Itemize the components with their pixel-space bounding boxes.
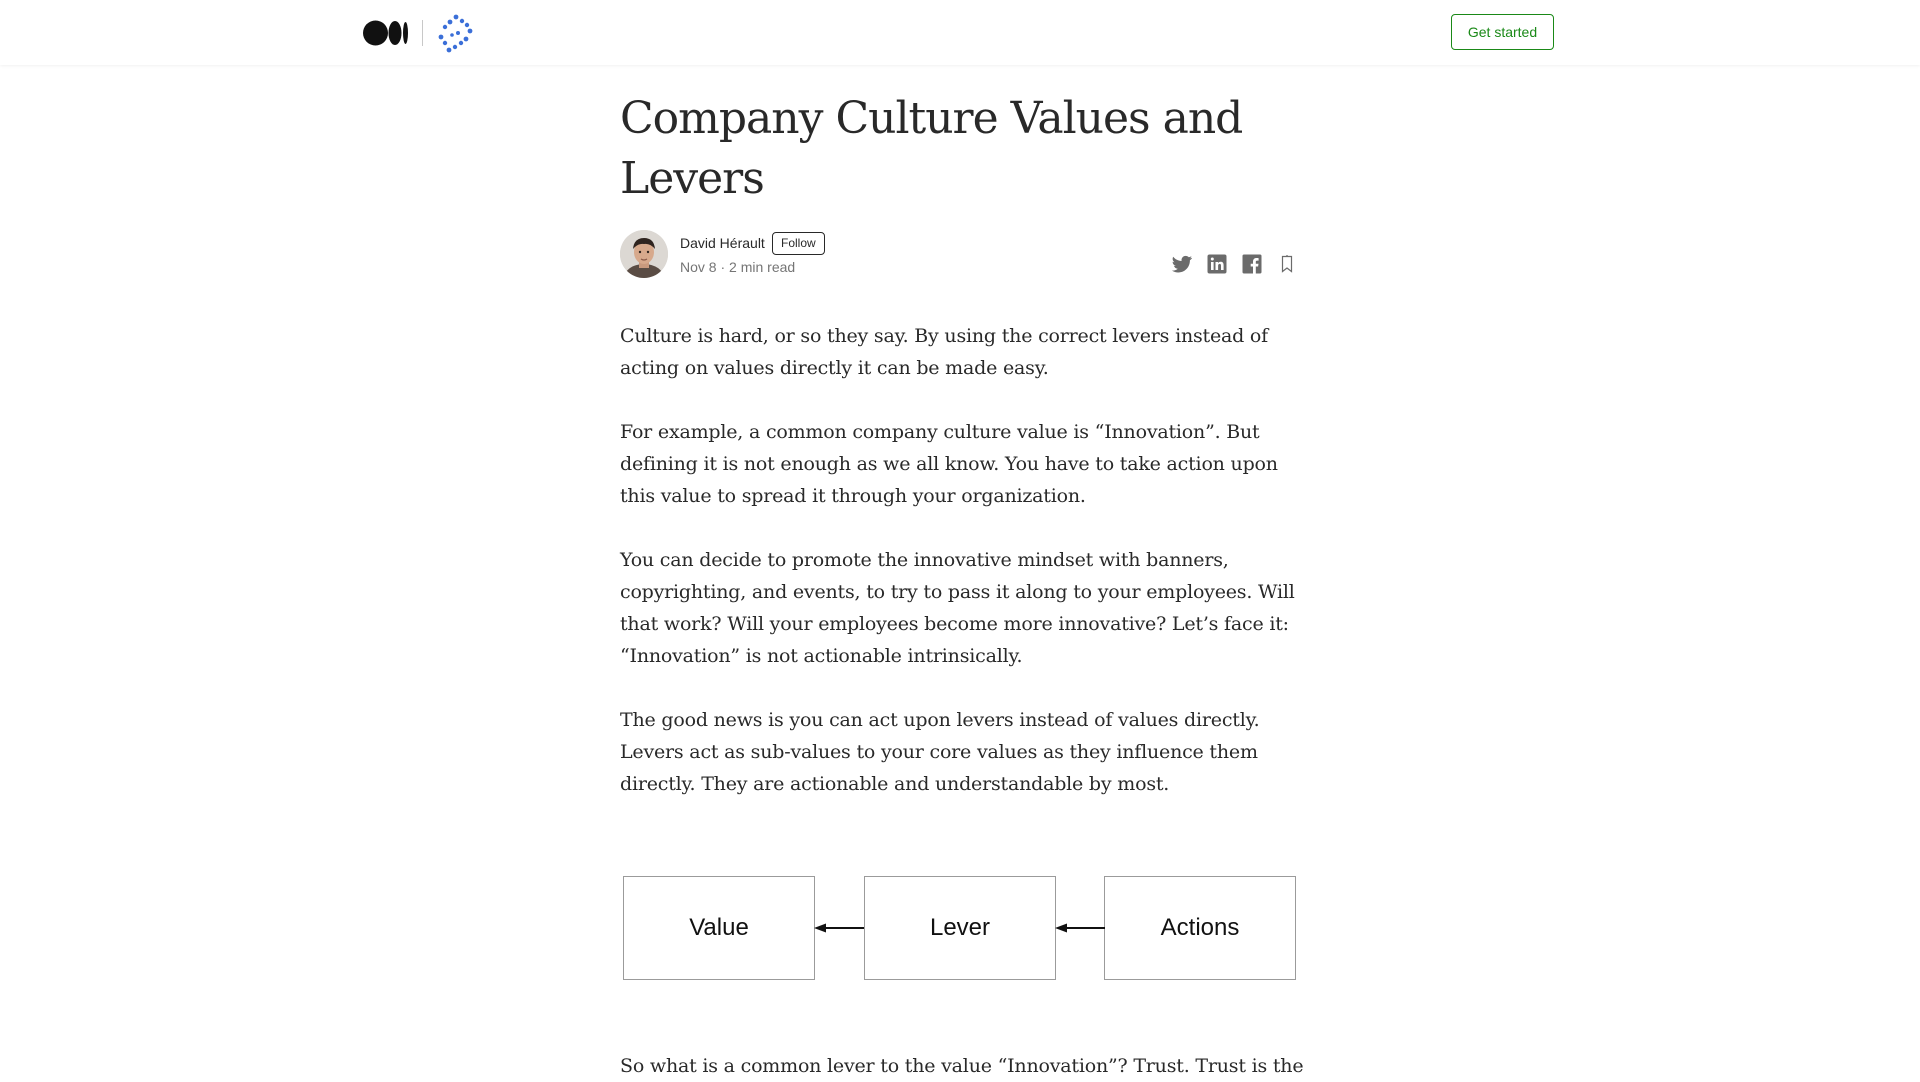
publish-date: Nov 8: [680, 259, 717, 275]
author-avatar[interactable]: [620, 230, 668, 278]
publication-logo-icon[interactable]: [436, 13, 476, 53]
diagram-arrow: [1055, 923, 1105, 933]
follow-button[interactable]: Follow: [772, 232, 825, 255]
share-icons: [1170, 252, 1299, 276]
article-title: Company Culture Values and Levers: [620, 93, 1243, 204]
read-time: 2 min read: [729, 259, 796, 275]
body-paragraph: You can decide to promote the innovative…: [620, 549, 1295, 667]
diagram-box-lever: Lever: [864, 876, 1056, 980]
logo-divider: [422, 20, 423, 46]
body-paragraph: The good news is you can act upon levers…: [620, 709, 1260, 795]
diagram-box-value: Value: [623, 876, 815, 980]
bookmark-icon[interactable]: [1275, 252, 1299, 276]
author-name[interactable]: David Hérault: [680, 233, 765, 253]
facebook-icon[interactable]: [1240, 252, 1264, 276]
body-paragraph: So what is a common lever to the value “…: [620, 1055, 1304, 1077]
meta-separator: ·: [720, 259, 726, 275]
medium-logo-icon[interactable]: [363, 20, 409, 46]
top-navigation-bar: Get started: [0, 0, 1920, 65]
value-lever-diagram: Value Lever Actions: [620, 868, 1300, 988]
twitter-icon[interactable]: [1170, 252, 1194, 276]
body-paragraph: Culture is hard, or so they say. By usin…: [620, 325, 1269, 379]
get-started-button[interactable]: Get started: [1451, 14, 1554, 50]
article-meta: Nov 8 · 2 min read: [680, 257, 795, 277]
diagram-box-actions: Actions: [1104, 876, 1296, 980]
linkedin-icon[interactable]: [1205, 252, 1229, 276]
diagram-arrow: [814, 923, 864, 933]
body-paragraph: For example, a common company culture va…: [620, 421, 1278, 507]
article-body: Culture is hard, or so they say. By usin…: [620, 320, 1300, 832]
